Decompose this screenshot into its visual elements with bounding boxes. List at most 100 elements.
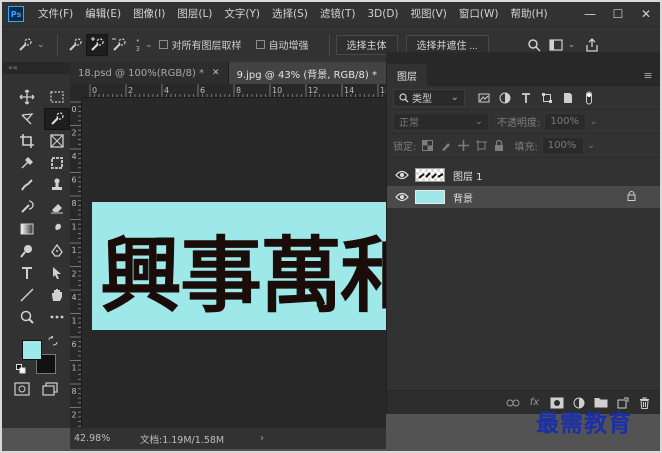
layer-row-background[interactable]: 背景 — [387, 186, 660, 208]
eyedropper-tool-icon[interactable] — [14, 152, 40, 174]
move-tool-icon[interactable] — [14, 86, 40, 108]
marquee-tool-icon[interactable] — [44, 86, 70, 108]
brush-chevron-icon[interactable]: ⌄ — [145, 40, 153, 50]
more-tools-icon[interactable] — [44, 306, 70, 328]
vertical-ruler[interactable]: 0 2 4 6 8 1 1 2 4 1 6 1 8 2 — [70, 98, 82, 428]
menu-help[interactable]: 帮助(H) — [505, 2, 554, 26]
menu-image[interactable]: 图像(I) — [127, 2, 171, 26]
tab-layers[interactable]: 图层 — [387, 64, 427, 86]
menu-window[interactable]: 窗口(W) — [453, 2, 505, 26]
menu-edit[interactable]: 编辑(E) — [79, 2, 127, 26]
history-brush-icon[interactable] — [14, 196, 40, 218]
sample-all-layers-checkbox[interactable]: 对所有图层取样 — [158, 37, 242, 52]
opacity-chevron-icon[interactable]: ⌄ — [589, 116, 597, 127]
restore-button[interactable]: ☐ — [604, 2, 632, 26]
tab-9-jpg[interactable]: 9.jpg @ 43% (背景, RGB/8) * ✕ — [228, 62, 402, 84]
layer-name: 图层 1 — [453, 171, 483, 183]
menu-layer[interactable]: 图层(L) — [171, 2, 218, 26]
foreground-color-swatch[interactable] — [22, 340, 42, 360]
eye-icon[interactable] — [395, 190, 409, 204]
toolbar-collapse[interactable]: «« — [2, 62, 70, 74]
shape-filter-icon[interactable] — [538, 89, 556, 107]
lock-transparent-icon[interactable] — [420, 139, 434, 153]
screen-mode-icon[interactable] — [42, 382, 58, 399]
ruler-top-label: 6 — [200, 86, 205, 95]
ruler-left-label: 4 — [72, 293, 77, 302]
close-button[interactable]: ✕ — [632, 2, 660, 26]
canvas-area[interactable]: 興事萬和 — [82, 98, 386, 428]
ruler-top-label: 10 — [272, 86, 282, 95]
type-filter-icon[interactable] — [517, 89, 535, 107]
new-selection-icon[interactable] — [64, 34, 86, 56]
eye-icon[interactable] — [395, 168, 409, 182]
auto-enhance-checkbox[interactable]: 自动增强 — [255, 37, 309, 52]
tab-18-psd[interactable]: 18.psd @ 100%(RGB/8) * ✕ — [70, 62, 229, 84]
menu-view[interactable]: 视图(V) — [405, 2, 453, 26]
path-selection-icon[interactable] — [44, 262, 70, 284]
fill-chevron-icon[interactable]: ⌄ — [587, 140, 595, 151]
type-tool-icon[interactable] — [14, 262, 40, 284]
layer-thumbnail — [415, 168, 445, 182]
lock-position-icon[interactable] — [456, 139, 470, 153]
eraser-tool-icon[interactable] — [44, 196, 70, 218]
zoom-tool-icon[interactable] — [14, 306, 40, 328]
filter-toggle-icon[interactable] — [580, 89, 598, 107]
status-menu-arrow[interactable]: › — [260, 433, 264, 444]
workspace-chevron-icon[interactable]: ⌄ — [568, 40, 576, 50]
pen-tool-icon[interactable] — [44, 240, 70, 262]
layer-thumbnail — [415, 190, 445, 204]
pixel-filter-icon[interactable] — [475, 89, 493, 107]
clone-stamp-icon[interactable] — [44, 174, 70, 196]
hand-tool-icon[interactable] — [44, 284, 70, 306]
menu-filter[interactable]: 滤镜(T) — [314, 2, 362, 26]
frame-tool-icon[interactable] — [44, 130, 70, 152]
fill-input[interactable]: 100% — [541, 136, 584, 155]
minimize-button[interactable]: — — [576, 2, 604, 26]
line-tool-icon[interactable] — [14, 284, 40, 306]
delete-layer-icon[interactable] — [637, 395, 652, 410]
swap-colors-icon[interactable] — [48, 335, 58, 349]
frame-sampler-icon[interactable] — [44, 152, 70, 174]
default-colors-icon[interactable] — [16, 364, 26, 377]
dodge-tool-icon[interactable] — [14, 240, 40, 262]
ruler-left-label: 6 — [72, 340, 77, 349]
lock-image-icon[interactable] — [438, 139, 452, 153]
status-bar: 42.98% 文档:1.19M/1.58M › — [70, 428, 386, 449]
lock-all-icon[interactable] — [492, 139, 506, 153]
layers-panel: 图层 ≡ 类型 ⌄ 正常 ⌄ 不透明度: 100% ⌄ 锁定: 填充: 100%… — [386, 64, 660, 414]
add-to-selection-icon[interactable] — [85, 33, 108, 56]
subtract-from-selection-icon[interactable] — [108, 34, 130, 56]
layer-row-layer-1[interactable]: 图层 1 — [387, 164, 660, 186]
filter-kind-select[interactable]: 类型 ⌄ — [393, 88, 465, 107]
quick-selection-preset-icon[interactable] — [14, 34, 36, 56]
chevron-down-icon[interactable]: ⌄ — [37, 40, 45, 50]
smudge-tool-icon[interactable] — [44, 218, 70, 240]
menu-file[interactable]: 文件(F) — [32, 2, 79, 26]
quick-mask-icon[interactable] — [14, 382, 30, 399]
menu-type[interactable]: 文字(Y) — [218, 2, 266, 26]
ruler-top-label: 14 — [344, 86, 354, 95]
smart-object-filter-icon[interactable] — [559, 89, 577, 107]
crop-tool-icon[interactable] — [14, 130, 40, 152]
ruler-left-label: 0 — [72, 105, 77, 114]
lock-artboard-icon[interactable] — [474, 139, 488, 153]
document-image[interactable]: 興事萬和 — [92, 202, 386, 330]
gradient-tool-icon[interactable] — [14, 218, 40, 240]
horizontal-ruler[interactable]: 0246810121416 — [82, 84, 386, 98]
panel-menu-icon[interactable]: ≡ — [636, 64, 660, 86]
blend-mode-select[interactable]: 正常 ⌄ — [393, 112, 489, 131]
menu-select[interactable]: 选择(S) — [266, 2, 314, 26]
brush-size-picker[interactable]: • 3 — [136, 37, 140, 53]
healing-brush-icon[interactable] — [14, 174, 40, 196]
link-layers-icon[interactable] — [505, 395, 520, 410]
close-tab-icon[interactable]: ✕ — [212, 68, 220, 78]
quick-selection-tool-icon[interactable] — [44, 108, 70, 130]
blend-row: 正常 ⌄ 不透明度: 100% ⌄ — [387, 110, 660, 134]
zoom-level[interactable]: 42.98% — [74, 433, 140, 444]
lasso-tool-icon[interactable] — [14, 108, 40, 130]
lock-row: 锁定: 填充: 100% ⌄ — [387, 134, 660, 158]
opacity-input[interactable]: 100% — [544, 112, 587, 131]
menu-3d[interactable]: 3D(D) — [361, 2, 404, 26]
adjustment-filter-icon[interactable] — [496, 89, 514, 107]
lock-label: 锁定: — [393, 142, 417, 153]
